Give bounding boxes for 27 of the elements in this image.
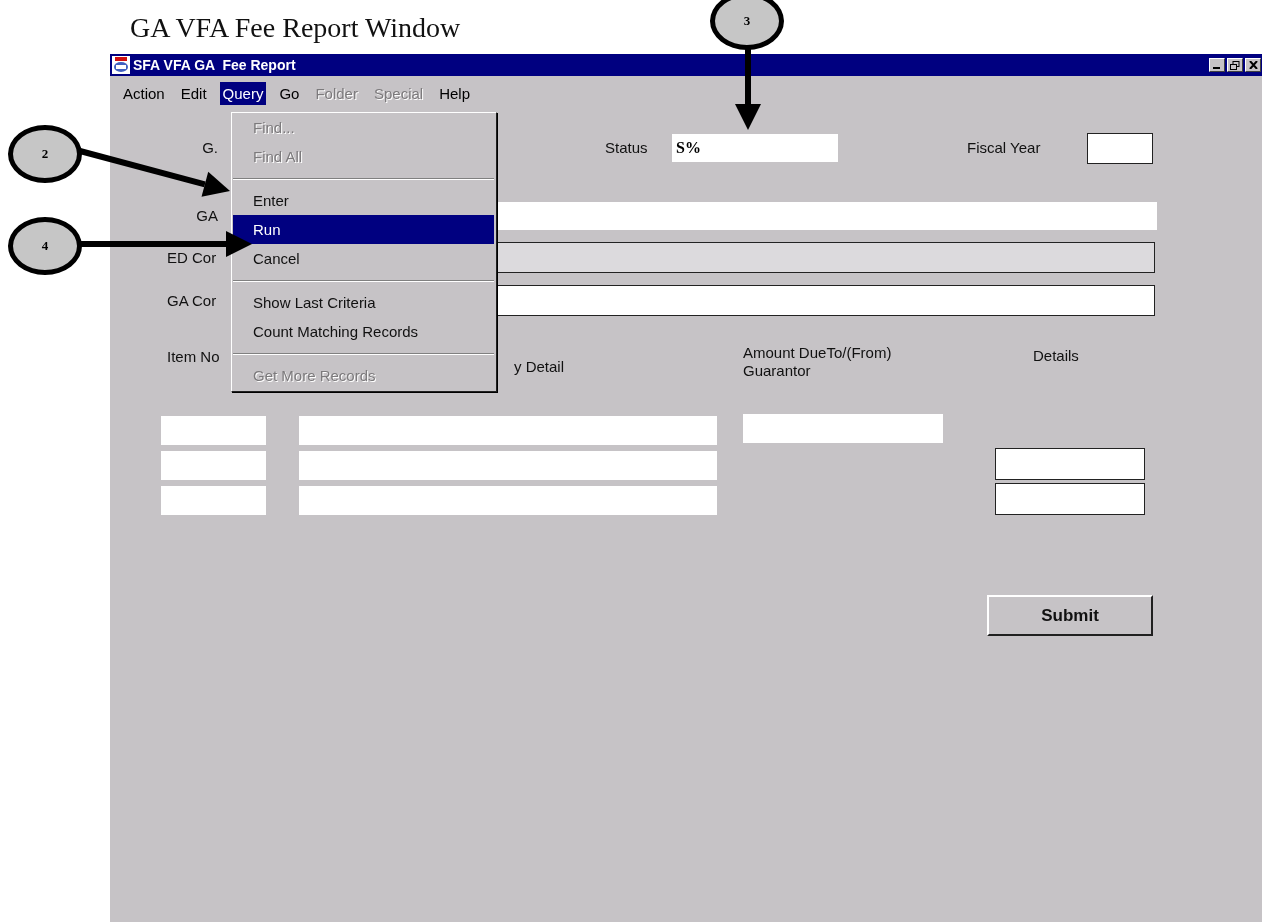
field-label: Status <box>605 139 649 157</box>
column-header: Details <box>1033 347 1080 365</box>
column-header: y Detail <box>514 358 566 376</box>
callout-marker: 3 <box>710 0 784 50</box>
callout-marker: 4 <box>8 217 82 275</box>
callout-marker: 2 <box>8 125 82 183</box>
menu-item[interactable]: Help <box>436 81 474 105</box>
submit-button[interactable]: Submit <box>987 595 1153 636</box>
status-field[interactable]: S% <box>672 134 838 162</box>
document-title: GA VFA Fee Report Window <box>130 11 461 45</box>
menu-item[interactable]: Go <box>276 81 303 105</box>
column-header: Amount DueTo/(From) Guarantor <box>743 344 893 380</box>
field-label: G. <box>201 139 218 157</box>
field-label: GA Cor <box>167 291 218 310</box>
menu-item[interactable]: Edit <box>177 81 210 105</box>
menu-option[interactable]: Enter <box>233 186 494 215</box>
column-header: Item No <box>167 348 221 366</box>
menu-option[interactable]: Cancel <box>233 244 494 273</box>
window-title: SFA VFA GA Fee Report <box>133 57 296 73</box>
menu-option[interactable]: Count Matching Records <box>233 317 494 346</box>
menu-item[interactable]: Action <box>120 81 168 105</box>
field-label: Fiscal Year <box>967 139 1042 157</box>
menu-option[interactable]: Run <box>233 215 494 244</box>
field-label: ED Cor <box>167 248 218 267</box>
menu-item[interactable]: Query <box>219 81 267 105</box>
menu-option[interactable]: Show Last Criteria <box>233 288 494 317</box>
field-label: GA <box>195 207 218 225</box>
